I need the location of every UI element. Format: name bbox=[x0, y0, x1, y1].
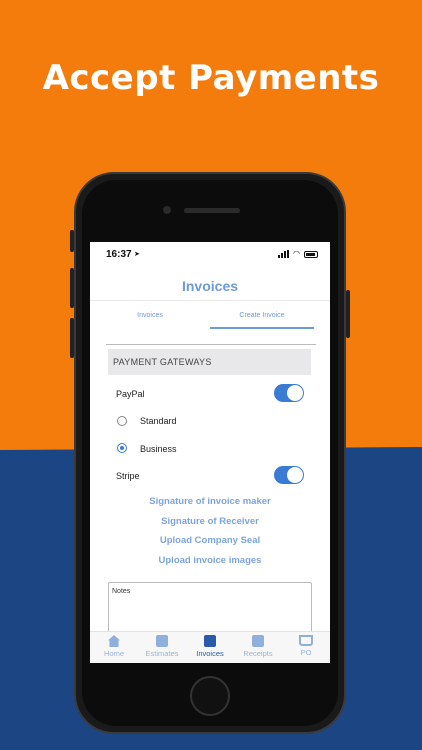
tabbar-item-receipts[interactable]: Receipts bbox=[234, 635, 282, 658]
tabbar-label: PO bbox=[300, 648, 312, 657]
tabbar-label: Estimates bbox=[145, 649, 179, 658]
tabbar-item-invoices[interactable]: Invoices bbox=[186, 635, 234, 658]
active-tab-indicator bbox=[210, 327, 314, 329]
signal-icon bbox=[278, 250, 290, 258]
tab-divider bbox=[106, 344, 316, 345]
power-button bbox=[346, 290, 350, 338]
mute-switch bbox=[70, 230, 74, 252]
paypal-toggle[interactable] bbox=[274, 384, 304, 402]
paypal-label: PayPal bbox=[116, 389, 145, 399]
receipts-icon bbox=[252, 635, 264, 647]
bottom-tab-bar: Home Estimates Invoices Receipts PO bbox=[90, 631, 330, 663]
payment-gateways-header: PAYMENT GATEWAYS bbox=[108, 349, 311, 375]
tabbar-item-home[interactable]: Home bbox=[90, 635, 138, 658]
status-time: 16:37 bbox=[106, 249, 132, 260]
business-label: Business bbox=[140, 444, 177, 454]
title-divider bbox=[90, 300, 330, 301]
location-arrow-icon: ➤ bbox=[134, 251, 140, 258]
segment-tabs: Invoices Create Invoice bbox=[90, 310, 330, 330]
home-button[interactable] bbox=[190, 676, 230, 716]
tabbar-label: Home bbox=[103, 649, 124, 658]
invoices-icon bbox=[204, 635, 216, 647]
standard-radio[interactable] bbox=[117, 416, 127, 426]
wifi-icon: ◠ bbox=[293, 249, 300, 258]
tab-invoices[interactable]: Invoices bbox=[90, 310, 210, 330]
estimates-icon bbox=[156, 635, 168, 647]
camera-icon bbox=[163, 206, 171, 214]
status-icons: ◠ bbox=[278, 250, 318, 258]
status-bar: 16:37 ➤ ◠ bbox=[90, 242, 330, 266]
cart-icon bbox=[299, 635, 313, 646]
page-title: Invoices bbox=[181, 278, 239, 294]
business-radio[interactable] bbox=[117, 443, 127, 453]
tabbar-label: Invoices bbox=[196, 649, 224, 658]
stripe-toggle[interactable] bbox=[274, 466, 304, 484]
tabbar-item-po[interactable]: PO bbox=[282, 635, 330, 657]
stripe-label: Stripe bbox=[116, 471, 140, 481]
tabbar-label: Receipts bbox=[243, 649, 273, 658]
phone-screen: 16:37 ➤ ◠ Invoices Invoices Create Invoi… bbox=[90, 242, 330, 663]
upload-seal-link[interactable]: Upload Company Seal bbox=[90, 535, 330, 546]
signature-receiver-link[interactable]: Signature of Receiver bbox=[90, 516, 330, 527]
home-icon bbox=[108, 635, 120, 647]
volume-down-button bbox=[70, 318, 74, 358]
tabbar-item-estimates[interactable]: Estimates bbox=[138, 635, 186, 658]
headline: Accept Payments bbox=[42, 58, 380, 98]
battery-icon bbox=[304, 250, 318, 258]
signature-maker-link[interactable]: Signature of invoice maker bbox=[90, 496, 330, 507]
upload-images-link[interactable]: Upload invoice images bbox=[90, 555, 330, 566]
standard-label: Standard bbox=[140, 416, 177, 426]
volume-up-button bbox=[70, 268, 74, 308]
speaker-grille bbox=[184, 208, 240, 213]
